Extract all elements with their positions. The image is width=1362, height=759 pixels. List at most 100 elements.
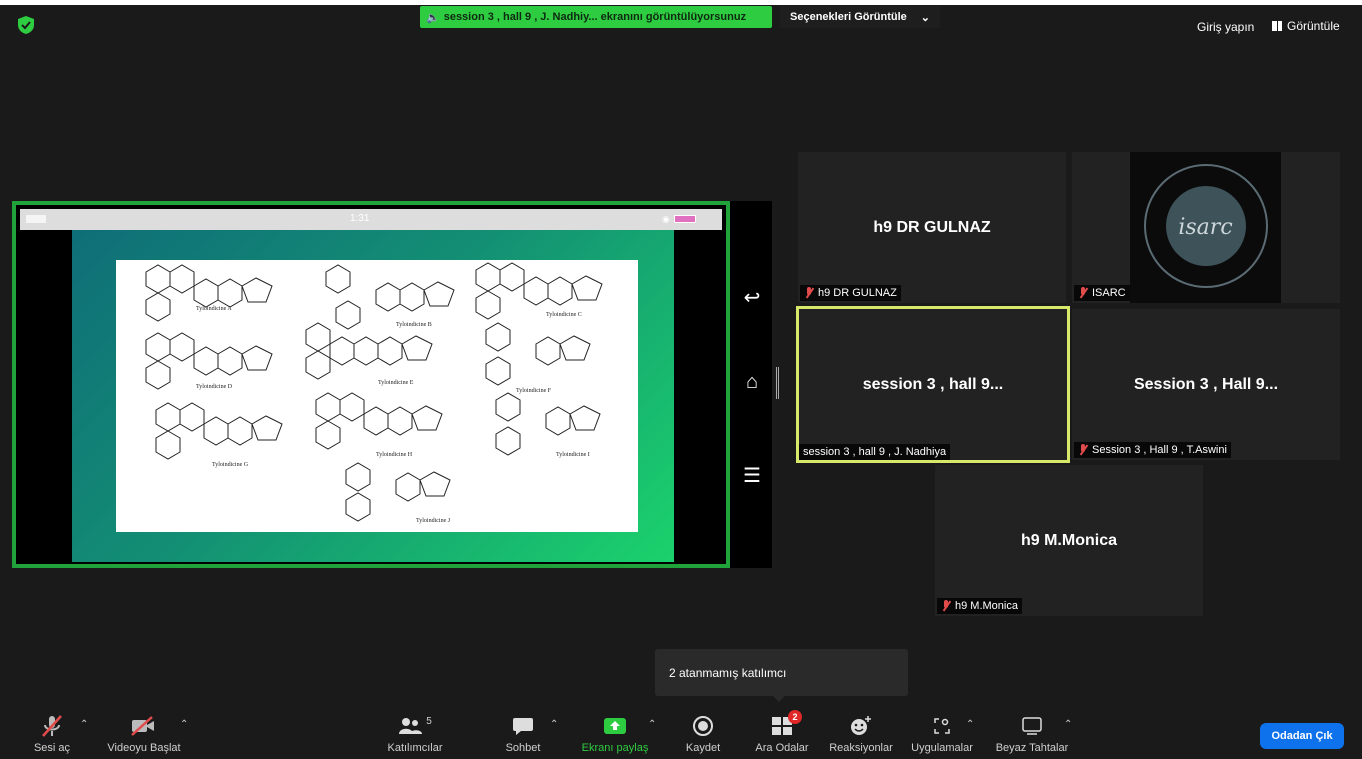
- shared-screen: 1:31 ◉ Tyloindicine A Tyloindicine B Tyl…: [12, 201, 730, 568]
- record-button[interactable]: Kaydet: [680, 713, 726, 754]
- menu-icon[interactable]: ☰: [740, 463, 764, 488]
- chat-icon: [513, 718, 533, 735]
- grid-view-icon: [1272, 21, 1282, 31]
- participant-name: session 3 , hall 9...: [862, 375, 1004, 393]
- meeting-toolbar: Sesi aç ⌃ Videoyu Başlat ⌃ 5 Katılımcıla…: [0, 705, 1362, 759]
- view-label: Görüntüle: [1287, 19, 1340, 33]
- screen-share-banner: 🔈 session 3 , hall 9 , J. Nadhiy... ekra…: [420, 6, 772, 28]
- participants-icon: [399, 718, 423, 734]
- isarc-logo: isarc: [1130, 152, 1281, 303]
- chevron-down-icon: ⌄: [920, 11, 930, 24]
- share-banner-text: session 3 , hall 9 , J. Nadhiy... ekranı…: [443, 11, 747, 23]
- battery-icon: [673, 215, 696, 223]
- phone-nav-bar: ↩ ⌂ ☰: [730, 201, 772, 568]
- chat-button[interactable]: Sohbet: [498, 713, 548, 754]
- whiteboard-options-caret[interactable]: ⌃: [1064, 719, 1072, 730]
- participant-label: session 3 , hall 9 , J. Nadhiya: [799, 444, 951, 460]
- chat-label: Sohbet: [505, 742, 541, 754]
- molecule-label-b: Tyloindicine B: [396, 322, 432, 328]
- molecule-label-e: Tyloindicine E: [378, 380, 414, 386]
- reactions-label: Reaksiyonlar: [829, 742, 893, 754]
- video-off-icon: [131, 716, 154, 736]
- participant-name: Session 3 , Hall 9...: [1133, 375, 1279, 393]
- view-options-button[interactable]: Seçenekleri Görüntüle ⌄: [780, 6, 940, 28]
- presentation-slide: Tyloindicine A Tyloindicine B Tyloindici…: [72, 230, 674, 562]
- record-label: Kaydet: [685, 742, 721, 754]
- top-edge: [0, 0, 1362, 5]
- apps-options-caret[interactable]: ⌃: [966, 719, 974, 730]
- notification-icon: [26, 215, 46, 223]
- share-options-caret[interactable]: ⌃: [648, 719, 656, 730]
- video-tile[interactable]: isarc ISARC: [1072, 152, 1340, 303]
- reactions-button[interactable]: Reaksiyonlar: [826, 713, 896, 754]
- video-tile[interactable]: Session 3 , Hall 9... Session 3 , Hall 9…: [1072, 309, 1340, 460]
- start-video-label: Videoyu Başlat: [107, 742, 181, 754]
- participant-label-text: ISARC: [1092, 287, 1126, 299]
- unmute-label: Sesi aç: [33, 742, 71, 754]
- molecule-diagram: Tyloindicine A Tyloindicine B Tyloindici…: [145, 262, 603, 524]
- phone-status-bar: 1:31 ◉: [20, 209, 722, 230]
- start-video-button[interactable]: Videoyu Başlat: [104, 713, 184, 754]
- unmute-button[interactable]: Sesi aç: [30, 713, 74, 754]
- shield-icon[interactable]: [18, 16, 34, 34]
- active-speaker-tile[interactable]: session 3 , hall 9... session 3 , hall 9…: [796, 306, 1070, 463]
- leave-room-button[interactable]: Odadan Çık: [1260, 723, 1344, 749]
- whiteboard-icon: [1022, 717, 1042, 735]
- whiteboards-label: Beyaz Tahtalar: [995, 742, 1069, 754]
- sign-in-link[interactable]: Giriş yapın: [1197, 20, 1254, 34]
- participant-label: Session 3 , Hall 9 , T.Aswini: [1074, 442, 1231, 458]
- microphone-muted-icon: [42, 715, 62, 737]
- participant-label-text: Session 3 , Hall 9 , T.Aswini: [1092, 444, 1227, 456]
- speaker-icon: 🔈: [426, 11, 440, 24]
- mic-muted-icon: [804, 287, 814, 299]
- molecule-label-h: Tyloindicine H: [376, 452, 413, 458]
- participants-label: Katılımcılar: [387, 742, 443, 754]
- chat-options-caret[interactable]: ⌃: [550, 719, 558, 730]
- apps-label: Uygulamalar: [911, 742, 973, 754]
- share-screen-icon: [604, 718, 626, 734]
- view-options-label: Seçenekleri Görüntüle: [790, 11, 907, 23]
- view-button[interactable]: Görüntüle: [1272, 19, 1340, 33]
- back-icon[interactable]: ↩: [740, 285, 764, 310]
- audio-options-caret[interactable]: ⌃: [80, 719, 88, 730]
- breakout-rooms-button[interactable]: 2 Ara Odalar: [750, 710, 814, 754]
- participant-label: h9 DR GULNAZ: [800, 285, 901, 301]
- logo-text: isarc: [1178, 215, 1233, 240]
- video-tile[interactable]: h9 M.Monica h9 M.Monica: [935, 465, 1203, 616]
- participant-name: h9 M.Monica: [1020, 531, 1117, 549]
- phone-time: 1:31: [350, 213, 370, 224]
- share-screen-label: Ekranı paylaş: [581, 742, 649, 754]
- home-icon[interactable]: ⌂: [740, 371, 764, 394]
- participant-label: h9 M.Monica: [937, 598, 1022, 614]
- molecule-label-f: Tyloindicine F: [516, 388, 552, 394]
- whiteboards-button[interactable]: Beyaz Tahtalar: [992, 713, 1072, 754]
- video-tile[interactable]: h9 DR GULNAZ h9 DR GULNAZ: [798, 152, 1066, 303]
- participant-label: ISARC: [1074, 285, 1130, 301]
- panel-resize-handle[interactable]: [776, 367, 779, 399]
- molecule-label-a: Tyloindicine A: [196, 306, 232, 312]
- molecule-label-c: Tyloindicine C: [546, 312, 582, 318]
- share-screen-button[interactable]: Ekranı paylaş: [576, 713, 654, 754]
- mic-muted-icon: [1078, 444, 1088, 456]
- participant-label-text: h9 M.Monica: [955, 600, 1018, 612]
- participants-button[interactable]: 5 Katılımcılar: [380, 713, 450, 755]
- mic-muted-icon: [941, 600, 951, 612]
- chemical-structures-figure: Tyloindicine A Tyloindicine B Tyloindici…: [116, 260, 638, 532]
- participants-count: 5: [426, 715, 432, 727]
- breakout-rooms-label: Ara Odalar: [755, 742, 809, 754]
- participant-name: h9 DR GULNAZ: [873, 218, 991, 236]
- reaction-icon: [851, 716, 871, 735]
- breakout-badge: 2: [788, 710, 802, 724]
- participant-label-text: h9 DR GULNAZ: [818, 287, 897, 299]
- apps-icon: [934, 718, 950, 734]
- video-options-caret[interactable]: ⌃: [180, 719, 188, 730]
- molecule-label-d: Tyloindicine D: [196, 384, 233, 390]
- molecule-label-j: Tyloindicine J: [416, 518, 451, 524]
- unassigned-participants-tooltip: 2 atanmamış katılımcı: [655, 649, 908, 702]
- molecule-label-i: Tyloindicine I: [556, 452, 590, 458]
- wifi-icon: ◉: [662, 213, 670, 224]
- molecule-label-g: Tyloindicine G: [212, 462, 249, 468]
- participant-label-text: session 3 , hall 9 , J. Nadhiya: [803, 446, 947, 458]
- mic-muted-icon: [1078, 287, 1088, 299]
- record-icon: [693, 716, 713, 736]
